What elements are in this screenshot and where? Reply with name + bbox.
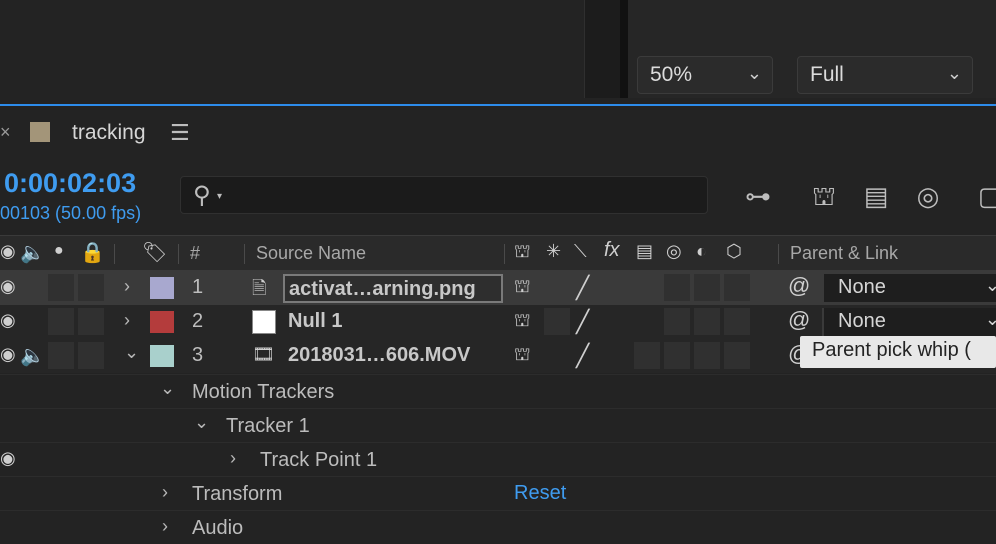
chevron-right-icon[interactable]: › [162, 516, 168, 537]
viewer-area [0, 0, 584, 98]
layer-name[interactable]: Null 1 [288, 310, 342, 333]
quality-switch-icon[interactable]: ╱ [576, 309, 589, 335]
column-number: # [190, 243, 201, 263]
comp-color-swatch [30, 122, 50, 142]
property-group-row[interactable]: ◉ › Track Point 1 [0, 442, 996, 476]
column-parent-link: Parent & Link [790, 243, 899, 263]
layer-row[interactable]: ◉ › 1 🗎 activat…arning.png ⛫ ╱ @ None ⌄ [0, 271, 996, 305]
chevron-right-icon[interactable]: › [124, 310, 130, 331]
shy-switch-icon[interactable]: ⛫ [514, 344, 531, 368]
property-label: Track Point 1 [260, 449, 378, 471]
shy-layers-icon[interactable]: ⛫ [804, 176, 844, 216]
composition-navigator-icon[interactable]: ⊶ [738, 176, 778, 216]
parent-pick-whip-icon[interactable]: @ [788, 307, 810, 333]
layer-row[interactable]: ◉ › 2 Null 1 ⛫ ╱ @ None ⌄ [0, 305, 996, 339]
motion-blur-switch-icon: ◎ [666, 241, 682, 261]
eye-icon[interactable]: ◉ [0, 310, 16, 331]
layer-name[interactable]: 2018031…606.MOV [288, 344, 470, 367]
chevron-right-icon[interactable]: › [230, 448, 236, 469]
layer-number: 1 [192, 276, 204, 298]
lock-icon[interactable]: 🔒 [80, 240, 105, 265]
graph-editor-icon[interactable]: ▢ [970, 176, 996, 216]
chevron-down-icon[interactable]: ⌄ [194, 412, 209, 433]
effects-switch-icon: fx [604, 239, 620, 261]
reset-link[interactable]: Reset [514, 482, 566, 505]
zoom-value: 50% [650, 63, 693, 86]
viewer-controls: 50% ⌄ Full ⌄ [628, 0, 996, 98]
frame-info: 00103 (50.00 fps) [0, 203, 142, 223]
chevron-down-icon: ▾ [217, 191, 223, 202]
property-label: Tracker 1 [226, 415, 310, 437]
chevron-down-icon: ⌄ [746, 63, 762, 83]
shy-switch-icon: ⛫ [514, 241, 531, 261]
close-icon[interactable]: × [0, 122, 11, 143]
timeline-panel-header: × tracking ☰ [0, 106, 996, 162]
null-object-icon [252, 310, 276, 334]
column-source-name[interactable]: Source Name [256, 243, 366, 264]
label-color-swatch[interactable] [150, 345, 174, 367]
property-label: Audio [192, 517, 244, 539]
layer-column-header: ◉ 🔈 ● 🔒 🏷 # Source Name ⛫ ✳ ⟍ fx ▤ ◎ ◐ ⬡… [0, 235, 996, 271]
property-group-row[interactable]: ⌄ Tracker 1 [0, 408, 996, 442]
adjustment-layer-icon: ◐ [696, 241, 707, 261]
quality-switch-icon[interactable]: ╱ [576, 343, 589, 369]
eye-icon[interactable]: ◉ [0, 448, 16, 469]
tab-tracking[interactable]: tracking [72, 121, 146, 145]
chevron-down-icon: ⌄ [984, 275, 996, 295]
property-label: Motion Trackers [192, 381, 335, 403]
shy-switch-icon[interactable]: ⛫ [514, 276, 531, 300]
eye-icon[interactable]: ◉ [0, 344, 16, 365]
label-color-swatch[interactable] [150, 277, 174, 299]
resolution-dropdown[interactable]: Full ⌄ [797, 56, 973, 94]
resolution-value: Full [810, 63, 844, 86]
layer-number: 2 [192, 310, 204, 332]
chevron-down-icon[interactable]: ⌄ [160, 378, 175, 399]
viewer-scroll-area [584, 0, 620, 98]
shy-switch-icon[interactable]: ⛫ [514, 310, 531, 334]
collapse-switch-icon: ✳ [546, 241, 562, 261]
layer-name-field[interactable]: activat…arning.png [283, 274, 503, 303]
audio-icon[interactable]: 🔈 [20, 343, 45, 368]
property-group-row[interactable]: ⌄ Motion Trackers [0, 374, 996, 408]
quality-switch-icon[interactable]: ╱ [576, 275, 589, 301]
parent-value: None [838, 276, 886, 298]
panel-menu-icon[interactable]: ☰ [170, 120, 190, 146]
motion-blur-icon[interactable]: ◎ [908, 176, 948, 216]
eye-icon[interactable]: ◉ [0, 276, 16, 297]
panel-divider[interactable] [620, 0, 628, 98]
chevron-down-icon: ⌄ [984, 309, 996, 329]
parent-dropdown[interactable]: None ⌄ [822, 308, 996, 336]
property-group-row[interactable]: › Audio [0, 510, 996, 544]
zoom-dropdown[interactable]: 50% ⌄ [637, 56, 773, 94]
layer-number: 3 [192, 344, 204, 366]
parent-pick-whip-icon[interactable]: @ [788, 273, 810, 299]
property-group-row[interactable]: › Transform Reset [0, 476, 996, 510]
eye-icon[interactable]: ◉ [0, 241, 16, 262]
frame-blend-switch-icon: ▤ [636, 241, 654, 261]
property-label: Transform [192, 483, 283, 505]
chevron-down-icon[interactable]: ⌄ [124, 342, 139, 363]
chevron-down-icon: ⌄ [946, 63, 962, 83]
tooltip: Parent pick whip ( [800, 336, 996, 368]
frame-blending-icon[interactable]: ▤ [856, 176, 896, 216]
3d-layer-icon: ⬡ [726, 241, 742, 261]
label-tag-icon[interactable]: 🏷 [142, 240, 167, 265]
current-time-display[interactable]: 0:00:02:03 [4, 168, 136, 199]
image-file-icon: 🗎 [252, 278, 267, 298]
label-color-swatch[interactable] [150, 311, 174, 333]
quality-switch-icon: ⟍ [574, 241, 587, 261]
chevron-right-icon[interactable]: › [162, 482, 168, 503]
layer-name: activat…arning.png [289, 278, 476, 300]
parent-dropdown[interactable]: None ⌄ [822, 274, 996, 302]
chevron-right-icon[interactable]: › [124, 276, 130, 297]
layer-search-input[interactable]: ⚲ ▾ [180, 176, 708, 214]
solo-icon[interactable]: ● [54, 242, 64, 260]
audio-icon[interactable]: 🔈 [20, 240, 45, 265]
parent-value: None [838, 310, 886, 332]
search-icon: ⚲ [193, 182, 211, 209]
video-file-icon: 🎞 [252, 344, 275, 364]
